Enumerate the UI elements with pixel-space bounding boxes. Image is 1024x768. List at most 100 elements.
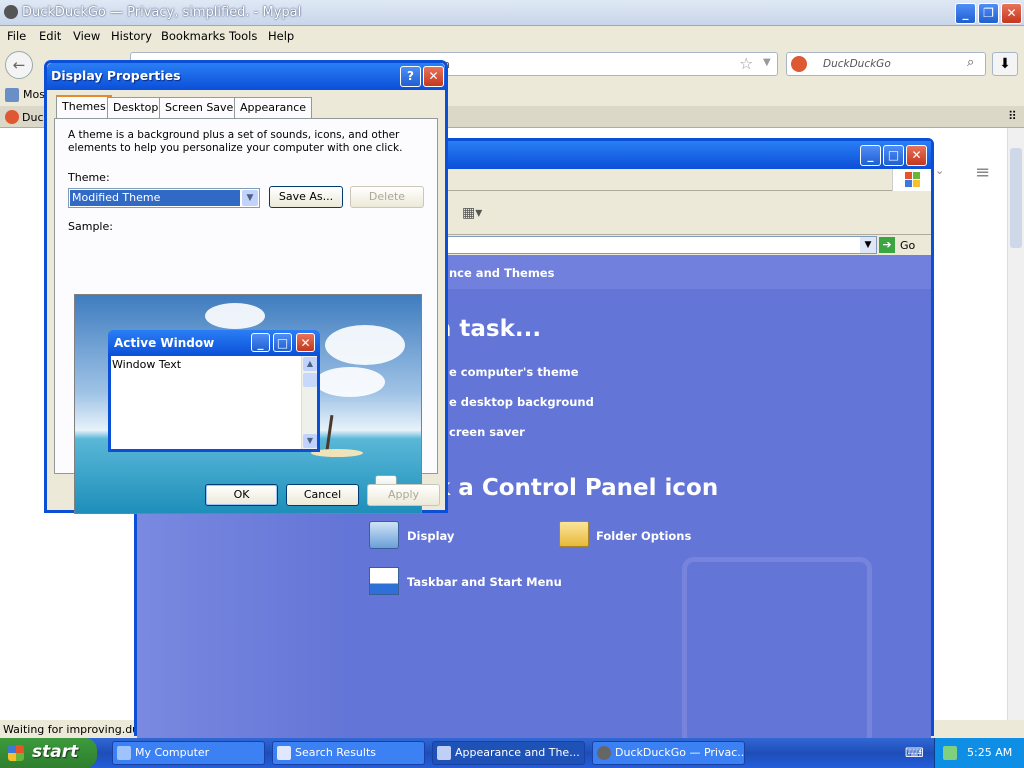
pick-icon-heading: k a Control Panel icon: [435, 475, 719, 501]
restore-button[interactable]: ❐: [978, 3, 999, 24]
browser-title-bar: DuckDuckGo — Privacy, simplified. - Mypa…: [0, 0, 1024, 26]
theme-sample-preview: Active Window _ □ ✕ Window Text ▲ ▼: [74, 294, 422, 514]
task-screen-saver[interactable]: creen saver: [449, 425, 525, 439]
duckduckgo-icon: [791, 56, 807, 72]
folder-options-icon[interactable]: [559, 521, 589, 547]
dialog-close-button[interactable]: ✕: [423, 66, 444, 87]
menu-file[interactable]: File: [7, 29, 26, 43]
theme-select[interactable]: Modified Theme ▼: [68, 188, 260, 208]
folder-options-link[interactable]: Folder Options: [596, 529, 691, 543]
checkmark-watermark-icon: [682, 557, 872, 747]
ok-button[interactable]: OK: [205, 484, 278, 506]
system-tray: 5:25 AM: [934, 738, 1024, 768]
menu-help[interactable]: Help: [268, 29, 294, 43]
help-button[interactable]: ?: [400, 66, 421, 87]
preview-maximize-icon: □: [273, 333, 292, 352]
active-window-title: Active Window: [114, 336, 215, 350]
dialog-title-bar: Display Properties ? ✕: [47, 63, 445, 90]
views-icon[interactable]: ▦▾: [462, 205, 482, 221]
theme-description: A theme is a background plus a set of so…: [68, 129, 403, 154]
task-my-computer[interactable]: My Computer: [112, 741, 265, 765]
menu-history[interactable]: History: [111, 29, 152, 43]
tab-themes[interactable]: Themes: [56, 95, 112, 119]
task-label: My Computer: [135, 746, 210, 759]
back-arrow-icon[interactable]: ←: [5, 51, 33, 79]
keyboard-icon[interactable]: ⌨: [905, 746, 924, 761]
apply-button[interactable]: Apply: [367, 484, 440, 506]
hamburger-menu-icon[interactable]: ≡: [975, 162, 990, 183]
tab-screen-saver[interactable]: Screen Saver: [159, 97, 244, 118]
go-button-label[interactable]: Go: [900, 239, 915, 252]
bookmark-icon: [5, 88, 19, 102]
save-as-button[interactable]: Save As...: [269, 186, 343, 208]
browser-scrollbar[interactable]: [1007, 128, 1024, 720]
themes-panel: A theme is a background plus a set of so…: [54, 118, 438, 514]
display-icon[interactable]: [369, 521, 399, 549]
taskbar-start-menu-link[interactable]: Taskbar and Start Menu: [407, 575, 562, 589]
search-icon[interactable]: ⌕: [967, 55, 974, 70]
cp-maximize-button[interactable]: □: [883, 145, 904, 166]
taskbar-icon[interactable]: [369, 567, 399, 595]
task-label: Search Results: [295, 746, 377, 759]
task-change-background[interactable]: e desktop background: [449, 395, 594, 409]
task-change-theme[interactable]: e computer's theme: [449, 365, 579, 379]
task-appearance-themes[interactable]: Appearance and The...: [432, 741, 585, 765]
chevron-down-icon[interactable]: ▼: [242, 190, 258, 206]
display-link[interactable]: Display: [407, 529, 454, 543]
task-search-results[interactable]: Search Results: [272, 741, 425, 765]
menu-tools[interactable]: Tools: [229, 29, 257, 43]
task-duckduckgo[interactable]: DuckDuckGo — Privac...: [592, 741, 745, 765]
theme-label: Theme:: [68, 171, 110, 184]
mypal-icon: [597, 746, 611, 760]
sample-label: Sample:: [68, 220, 113, 233]
clock: 5:25 AM: [967, 746, 1013, 759]
cp-close-button[interactable]: ✕: [906, 145, 927, 166]
scrollbar-thumb[interactable]: [1010, 148, 1022, 248]
delete-button[interactable]: Delete: [350, 186, 424, 208]
active-window-body: Window Text ▲ ▼: [111, 356, 317, 449]
tab-appearance[interactable]: Appearance: [234, 97, 313, 118]
network-icon[interactable]: [943, 746, 957, 760]
display-properties-dialog: Display Properties ? ✕ Themes Desktop Sc…: [44, 60, 448, 514]
browser-title: DuckDuckGo — Privacy, simplified. - Mypa…: [22, 5, 302, 20]
dropdown-arrow-icon[interactable]: ▼: [763, 57, 771, 68]
pick-task-heading: n task...: [435, 316, 542, 342]
status-text: Waiting for improving.duck: [3, 723, 152, 736]
menu-view[interactable]: View: [73, 29, 100, 43]
tab-list-icon[interactable]: ⠿: [1008, 109, 1017, 123]
cp-minimize-button[interactable]: _: [860, 145, 881, 166]
chevron-down-icon[interactable]: ⌄: [935, 164, 944, 177]
start-button[interactable]: start: [0, 738, 97, 768]
my-computer-icon: [117, 746, 131, 760]
window-text: Window Text: [112, 358, 182, 371]
search-placeholder: DuckDuckGo: [823, 58, 891, 70]
search-box[interactable]: DuckDuckGo ⌕: [786, 52, 986, 76]
minimize-button[interactable]: _: [955, 3, 976, 24]
category-title: nce and Themes: [449, 266, 555, 280]
task-label: DuckDuckGo — Privac...: [615, 746, 745, 759]
cancel-button[interactable]: Cancel: [286, 484, 359, 506]
cp-address-input[interactable]: ▼: [407, 236, 877, 254]
tab-desktop[interactable]: Desktop: [107, 97, 165, 118]
preview-close-icon: ✕: [296, 333, 315, 352]
windows-logo-icon: [892, 169, 931, 191]
search-results-icon: [277, 746, 291, 760]
palm-tree-icon: [325, 414, 334, 451]
menu-bar: File Edit View History Bookmarks Tools H…: [0, 26, 1024, 46]
browser-app-icon: [4, 5, 18, 19]
dialog-title: Display Properties: [51, 68, 181, 83]
download-icon[interactable]: ⬇: [992, 52, 1018, 76]
close-button[interactable]: ✕: [1001, 3, 1022, 24]
theme-select-value: Modified Theme: [70, 190, 240, 206]
preview-minimize-icon: _: [251, 333, 270, 352]
star-icon[interactable]: ☆: [739, 54, 753, 73]
cp-address-dropdown-icon[interactable]: ▼: [860, 237, 876, 253]
menu-bookmarks[interactable]: Bookmarks: [161, 29, 225, 43]
preview-scrollbar: ▲ ▼: [301, 356, 317, 449]
appearance-themes-icon: [437, 746, 451, 760]
menu-edit[interactable]: Edit: [39, 29, 61, 43]
start-label: start: [32, 742, 79, 762]
windows-flag-icon: [8, 745, 24, 761]
go-arrow-icon[interactable]: ➔: [879, 237, 895, 253]
task-label: Appearance and The...: [455, 746, 580, 759]
